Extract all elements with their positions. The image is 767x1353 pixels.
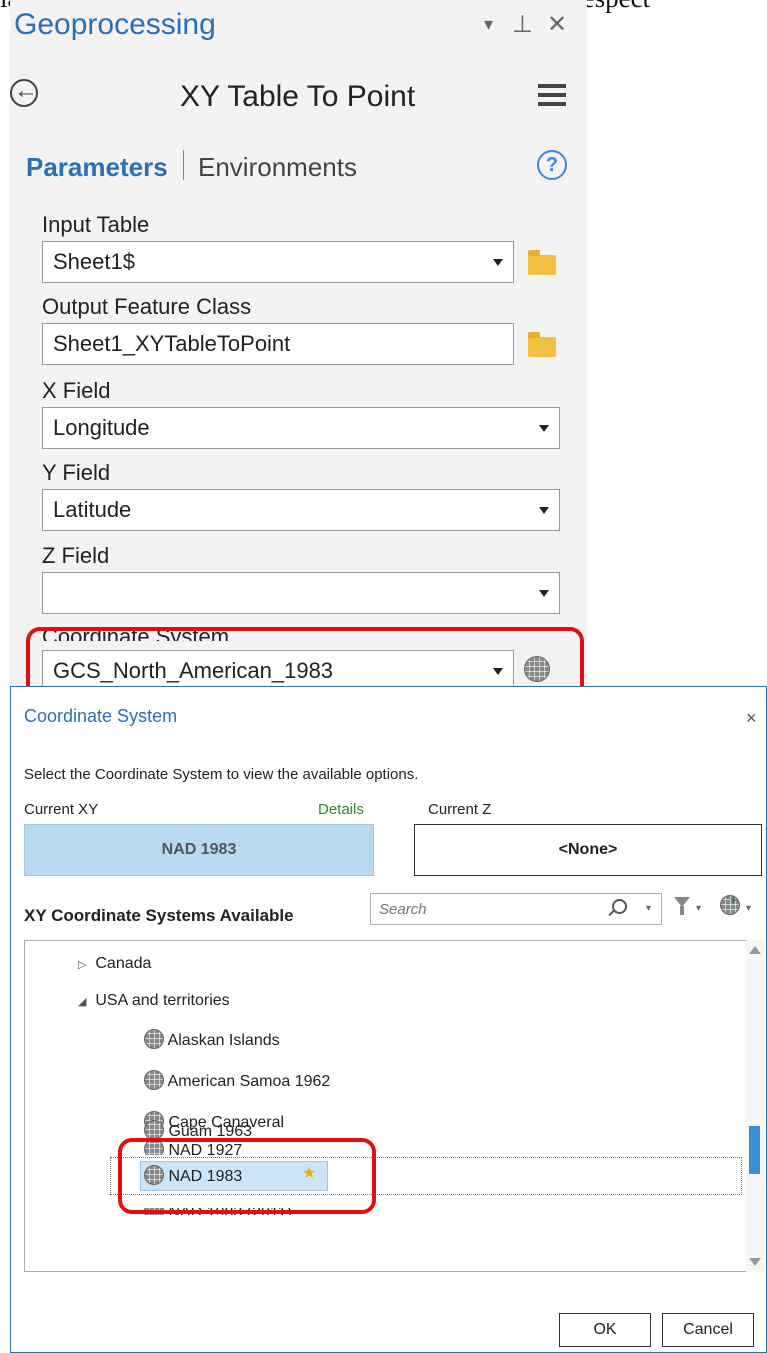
tab-parameters[interactable]: Parameters xyxy=(26,152,168,183)
cancel-button[interactable]: Cancel xyxy=(662,1313,754,1347)
tree-item-label: American Samoa 1962 xyxy=(167,1073,331,1090)
current-z-label: Current Z xyxy=(428,801,492,818)
close-icon[interactable]: × xyxy=(746,708,757,729)
folder-icon[interactable] xyxy=(528,250,556,275)
dialog-title: Coordinate System xyxy=(24,706,178,726)
tool-title: XY Table To Point xyxy=(180,80,416,113)
scroll-down-icon[interactable] xyxy=(749,1258,761,1266)
collapse-arrow-icon: ◢ xyxy=(78,996,87,1008)
tree-item-label: Alaskan Islands xyxy=(167,1032,280,1049)
globe-icon xyxy=(144,1029,164,1049)
tree-item[interactable]: Alaskan Islands xyxy=(144,1029,280,1050)
y-field-dropdown[interactable]: Latitude xyxy=(42,489,560,531)
scroll-up-icon[interactable] xyxy=(749,946,761,954)
x-field-dropdown[interactable]: Longitude xyxy=(42,407,560,449)
filter-icon[interactable] xyxy=(674,897,690,915)
scrollbar[interactable] xyxy=(746,940,764,1272)
details-link[interactable]: Details xyxy=(318,801,364,818)
expand-arrow-icon: ▷ xyxy=(78,959,87,971)
pane-title: Geoprocessing xyxy=(14,8,216,41)
pin-icon[interactable]: ⊥ xyxy=(512,10,533,39)
input-table-dropdown[interactable]: Sheet1$ xyxy=(42,241,514,283)
filter-dropdown-icon[interactable]: ▾ xyxy=(696,903,701,914)
add-dropdown-icon[interactable]: ▾ xyxy=(746,903,751,914)
folder-icon[interactable] xyxy=(528,332,556,357)
menu-icon[interactable] xyxy=(538,84,566,106)
tree-node-label: Canada xyxy=(95,955,152,972)
scrollbar-thumb[interactable] xyxy=(749,1126,760,1174)
plus-icon: + xyxy=(730,893,738,907)
x-field-value: Longitude xyxy=(53,415,150,440)
search-options-icon[interactable]: ▾ xyxy=(646,903,651,914)
back-icon[interactable] xyxy=(10,77,38,107)
tab-divider xyxy=(183,150,184,180)
chevron-down-icon xyxy=(539,425,549,432)
y-field-value: Latitude xyxy=(53,497,132,522)
chevron-down-icon xyxy=(539,507,549,514)
current-xy-label: Current XY xyxy=(24,801,99,818)
globe-icon xyxy=(144,1120,164,1140)
chevron-down-icon xyxy=(493,259,503,266)
chevron-down-icon xyxy=(539,590,549,597)
output-feature-class-value: Sheet1_XYTableToPoint xyxy=(53,331,291,356)
coordinate-systems-tree[interactable] xyxy=(24,940,764,1272)
help-icon[interactable]: ? xyxy=(537,150,567,180)
highlight-box xyxy=(118,1138,376,1214)
close-pane-icon[interactable]: ✕ xyxy=(547,10,567,39)
input-table-label: Input Table xyxy=(42,212,150,237)
input-table-value: Sheet1$ xyxy=(53,249,135,274)
tree-node-usa[interactable]: ◢ USA and territories xyxy=(78,992,230,1010)
output-feature-class-label: Output Feature Class xyxy=(42,294,252,319)
search-icon[interactable] xyxy=(612,899,627,914)
y-field-label: Y Field xyxy=(42,460,111,485)
current-xy-box[interactable]: NAD 1983 xyxy=(24,824,374,876)
x-field-label: X Field xyxy=(42,378,111,403)
tree-item[interactable]: American Samoa 1962 xyxy=(144,1070,330,1091)
pane-options-icon[interactable]: ▾ xyxy=(484,14,493,35)
ok-button[interactable]: OK xyxy=(559,1313,651,1347)
tree-node-canada[interactable]: ▷ Canada xyxy=(78,955,151,973)
tree-node-label: USA and territories xyxy=(95,992,230,1009)
dialog-instruction: Select the Coordinate System to view the… xyxy=(24,766,419,783)
z-field-dropdown[interactable] xyxy=(42,572,560,614)
xy-systems-available-label: XY Coordinate Systems Available xyxy=(24,906,294,925)
current-z-box[interactable]: <None> xyxy=(414,824,762,876)
output-feature-class-input[interactable]: Sheet1_XYTableToPoint xyxy=(42,323,514,365)
globe-icon xyxy=(144,1070,164,1090)
z-field-label: Z Field xyxy=(42,543,110,568)
tab-environments[interactable]: Environments xyxy=(198,152,357,183)
